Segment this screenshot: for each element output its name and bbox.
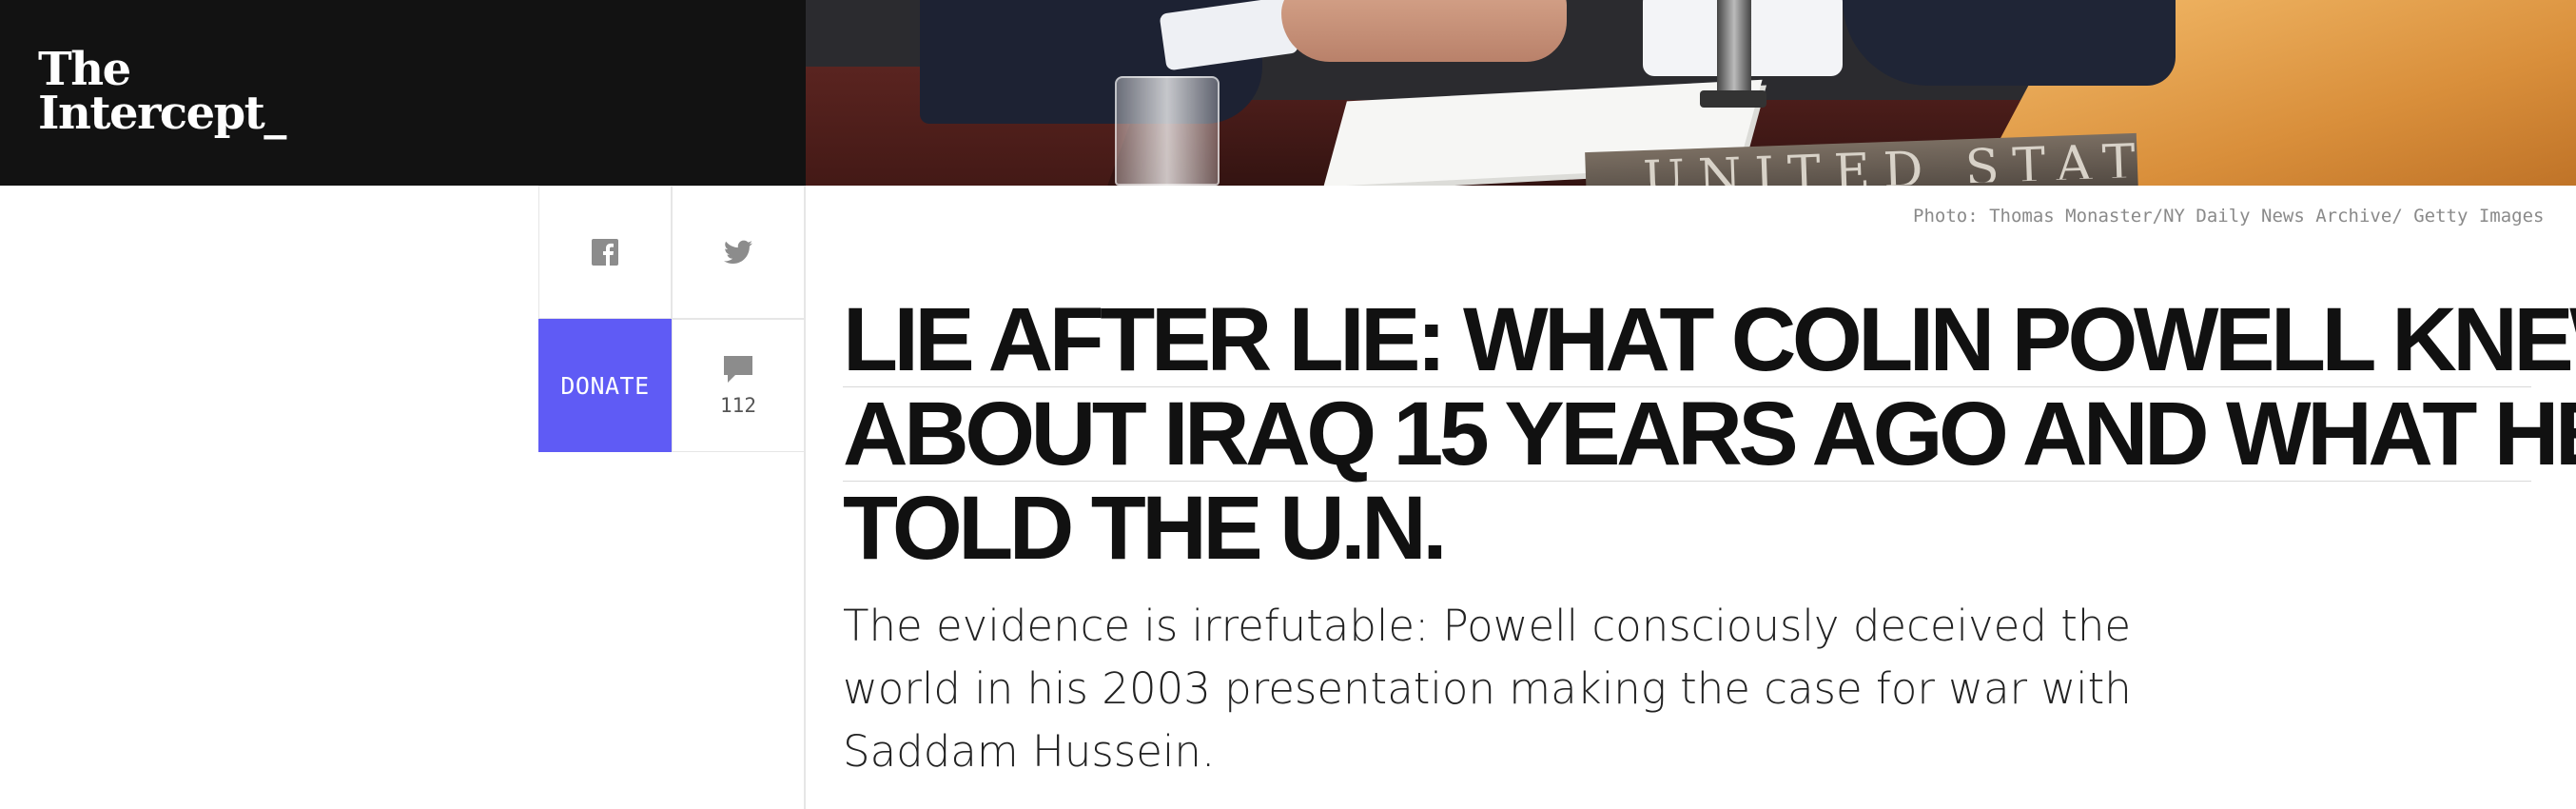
share-twitter-button[interactable] [672, 186, 805, 319]
headline-line-1: LIE AFTER LIE: WHAT COLIN POWELL KNEW [843, 289, 2576, 390]
donate-button[interactable]: DONATE [538, 319, 672, 452]
twitter-icon [724, 240, 752, 264]
headline-line-3: TOLD THE U.N. [843, 478, 1448, 579]
article-headline: LIE AFTER LIE: WHAT COLIN POWELL KNEW AB… [843, 289, 2576, 579]
photo-hands [1281, 0, 1567, 62]
comment-count: 112 [720, 394, 756, 417]
photo-microphone-base [1700, 90, 1766, 108]
logo-line-2: Intercept_ [38, 87, 286, 140]
dek-line-1: The evidence is irrefutable: Powell cons… [843, 601, 2132, 651]
facebook-icon [592, 239, 618, 266]
photo-microphone [1717, 0, 1751, 105]
site-header: The Intercept_ [0, 0, 806, 186]
donate-label: DONATE [560, 371, 650, 400]
article-dek: The evidence is irrefutable: Powell cons… [843, 595, 2132, 783]
dek-line-3: Saddam Hussein. [843, 726, 1216, 777]
headline-line-2: ABOUT IRAQ 15 YEARS AGO AND WHAT HE [843, 384, 2576, 484]
dek-line-2: world in his 2003 presentation making th… [843, 663, 2132, 714]
photo-credit: Photo: Thomas Monaster/NY Daily News Arc… [1913, 206, 2545, 227]
comments-button[interactable]: 112 [672, 319, 805, 452]
photo-shirt-cuff [1159, 0, 1299, 71]
photo-water-glass [1115, 76, 1220, 186]
hero-photo: UNITED STATES [806, 0, 2576, 186]
site-logo[interactable]: The Intercept_ [38, 43, 286, 140]
share-facebook-button[interactable] [538, 186, 672, 319]
photo-suit-sleeve-right [1843, 0, 2176, 86]
comment-icon [724, 356, 752, 383]
logo-line-1: The [38, 43, 131, 96]
